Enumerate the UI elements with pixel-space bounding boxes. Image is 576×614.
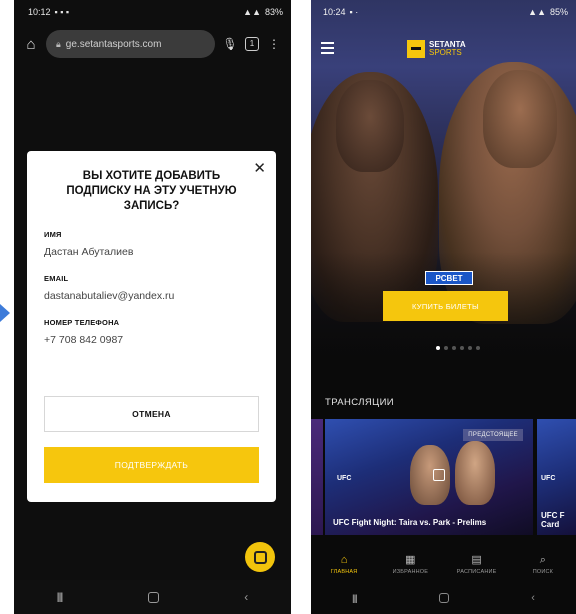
carousel-dot[interactable] [460, 346, 464, 350]
tab-label: ПОИСК [532, 568, 554, 575]
system-nav-bar: ||| ‹ [311, 582, 576, 614]
upcoming-badge: ПРЕДСТОЯЩЕЕ [463, 429, 523, 441]
home-icon[interactable]: ⌂ [22, 36, 40, 53]
status-battery: 83% [264, 7, 283, 17]
cancel-button[interactable]: ОТМЕНА [44, 396, 259, 432]
system-nav-bar: ||| ‹ [14, 580, 291, 614]
lock-icon: 🔒︎ [56, 38, 61, 49]
partner-logo: PCBET [425, 271, 473, 285]
name-value: Дастан Абуталиев [44, 246, 134, 258]
status-bar: 10:12 ▪ ▪ ▪ ▲▲ 83% [14, 0, 291, 24]
menu-icon[interactable] [321, 42, 334, 57]
signal-icon: ▲▲ [243, 6, 261, 17]
add-subscription-dialog: ✕ ВЫ ХОТИТЕ ДОБАВИТЬ ПОДПИСКУ НА ЭТУ УЧЕ… [27, 151, 276, 502]
fighter-b-image [455, 441, 495, 505]
lock-icon [433, 469, 445, 481]
home-button-icon[interactable] [147, 591, 159, 603]
status-battery: 85% [549, 7, 568, 17]
carousel-dot[interactable] [468, 346, 472, 350]
org-logo: UFC [541, 475, 556, 482]
broadcast-carousel: ПРЕДСТОЯЩЕЕ UFC UFC Fight Night: Taira v… [311, 419, 576, 535]
email-value: dastanabutaliev@yandex.ru [44, 290, 175, 302]
search-icon: ⌕ [539, 553, 546, 566]
org-logo: UFC [337, 475, 352, 482]
carousel-dot[interactable] [436, 346, 440, 350]
notification-icons: ▪ ▪ ▪ [54, 6, 70, 17]
address-url: ge.setantasports.com [65, 38, 162, 50]
tabs-icon[interactable]: 1 [245, 37, 259, 51]
tab-schedule[interactable]: ▤ РАСПИСАНИЕ [451, 554, 503, 575]
more-menu-icon[interactable]: ⋮ [265, 37, 283, 51]
tab-favorites[interactable]: ▦ ИЗБРАННОЕ [384, 554, 436, 575]
tab-home[interactable]: ⌂ ГЛАВНАЯ [318, 554, 370, 575]
microphone-icon[interactable]: 🎙︎ [221, 37, 239, 51]
tab-search[interactable]: ⌕ ПОИСК [517, 554, 569, 575]
close-icon[interactable]: ✕ [253, 159, 266, 177]
signal-icon: ▲▲ [528, 7, 546, 17]
status-bar: 10:24 ▪ · ▲▲ 85% [311, 0, 576, 24]
address-bar[interactable]: 🔒︎ ge.setantasports.com [46, 30, 215, 58]
comparison-screenshot: 10:12 ▪ ▪ ▪ ▲▲ 83% ⌂ 🔒︎ ge.setantasports… [0, 0, 576, 614]
broadcast-card-next[interactable]: UFC UFC F Card [537, 419, 576, 535]
home-icon: ⌂ [340, 553, 348, 566]
arrow-right-icon [0, 304, 10, 322]
chat-icon [253, 550, 267, 564]
grid-icon: ▦ [405, 553, 416, 566]
broadcast-card[interactable]: ПРЕДСТОЯЩЕЕ UFC UFC Fight Night: Taira v… [325, 419, 533, 535]
dialog-title: ВЫ ХОТИТЕ ДОБАВИТЬ ПОДПИСКУ НА ЭТУ УЧЕТН… [66, 170, 237, 212]
broadcast-title: UFC F Card [541, 511, 565, 529]
broadcast-title: UFC Fight Night: Taira vs. Park - Prelim… [333, 518, 487, 527]
carousel-dot[interactable] [476, 346, 480, 350]
phone-app-screen: 10:24 ▪ · ▲▲ 85% SETANTA SPORTS PCBET КУ… [311, 0, 576, 614]
recents-icon[interactable]: ||| [352, 593, 357, 603]
phone-label: НОМЕР ТЕЛЕФОНА [44, 318, 120, 327]
status-time: 10:12 [28, 7, 51, 17]
carousel-dot[interactable] [444, 346, 448, 350]
chat-fab-button[interactable] [245, 542, 275, 572]
confirm-button[interactable]: ПОДТВЕРЖДАТЬ [44, 447, 259, 483]
section-title: ТРАНСЛЯЦИИ [325, 397, 395, 408]
broadcast-card-previous[interactable] [311, 419, 323, 535]
email-label: EMAIL [44, 274, 69, 283]
brand-sub: SPORTS [429, 48, 462, 57]
recents-icon[interactable]: ||| [57, 592, 63, 603]
browser-toolbar: ⌂ 🔒︎ ge.setantasports.com 🎙︎ 1 ⋮ [14, 24, 291, 64]
phone-value: +7 708 842 0987 [44, 334, 124, 346]
buy-tickets-button[interactable]: КУПИТЬ БИЛЕТЫ [383, 291, 508, 321]
home-button-icon[interactable] [438, 593, 449, 603]
phone-browser-screen: 10:12 ▪ ▪ ▪ ▲▲ 83% ⌂ 🔒︎ ge.setantasports… [14, 0, 291, 614]
setanta-logo-icon [407, 40, 425, 58]
calendar-icon: ▤ [471, 553, 482, 566]
bottom-tab-bar: ⌂ ГЛАВНАЯ ▦ ИЗБРАННОЕ ▤ РАСПИСАНИЕ ⌕ ПОИ… [311, 546, 576, 582]
notification-icons: ▪ · [349, 7, 359, 17]
status-time: 10:24 [323, 7, 346, 17]
carousel-dots [436, 346, 480, 350]
tab-label: ИЗБРАННОЕ [392, 568, 429, 575]
brand-logo: SETANTA SPORTS [407, 40, 466, 58]
tab-label: ГЛАВНАЯ [330, 568, 358, 575]
fighter-right-head [483, 70, 557, 168]
back-icon[interactable]: ‹ [531, 592, 535, 604]
tab-label: РАСПИСАНИЕ [456, 568, 497, 575]
fighter-left-head [336, 80, 404, 172]
carousel-dot[interactable] [452, 346, 456, 350]
back-icon[interactable]: ‹ [244, 590, 248, 604]
name-label: ИМЯ [44, 230, 62, 239]
